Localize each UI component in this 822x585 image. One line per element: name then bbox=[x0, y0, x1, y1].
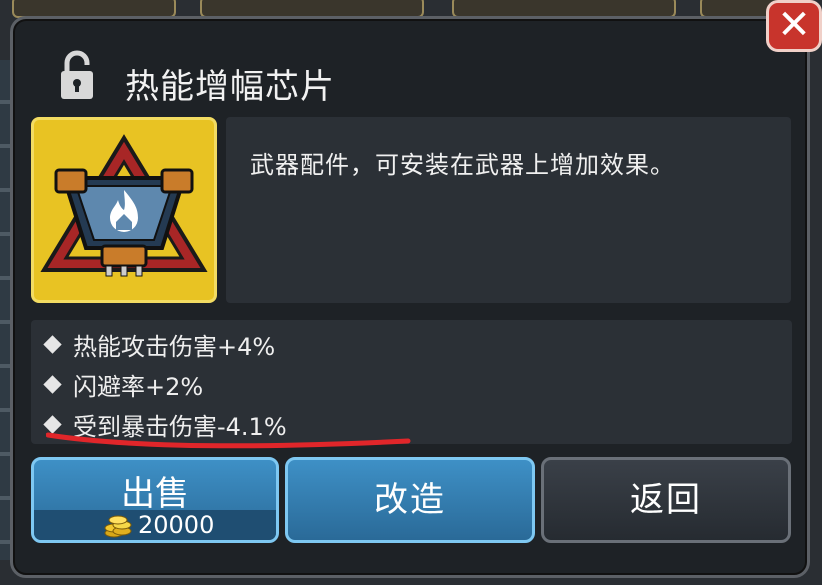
item-icon-frame bbox=[31, 117, 217, 303]
stat-line: 热能攻击伤害+4% bbox=[43, 327, 275, 362]
sell-price-bar: 20000 bbox=[34, 510, 276, 540]
bullet-diamond-icon bbox=[43, 334, 62, 354]
coin-stack-icon bbox=[104, 515, 132, 538]
bullet-diamond-icon bbox=[43, 374, 62, 394]
modify-button[interactable]: 改造 bbox=[285, 457, 535, 543]
close-button[interactable]: ✕ bbox=[766, 0, 822, 52]
sell-button[interactable]: 出售 20000 bbox=[31, 457, 279, 543]
item-title: 热能增幅芯片 bbox=[125, 67, 335, 107]
modify-button-label: 改造 bbox=[374, 480, 446, 520]
back-button-label: 返回 bbox=[630, 480, 702, 520]
unlock-icon[interactable] bbox=[59, 49, 95, 101]
back-button[interactable]: 返回 bbox=[541, 457, 791, 543]
close-icon: ✕ bbox=[777, 2, 811, 48]
sell-button-label: 出售 bbox=[121, 474, 189, 514]
sell-price: 20000 bbox=[138, 511, 215, 539]
thermal-chip-icon bbox=[40, 134, 208, 277]
description-panel: 武器配件，可安装在武器上增加效果。 bbox=[226, 117, 791, 303]
stat-line: 闪避率+2% bbox=[43, 367, 203, 402]
item-description: 武器配件，可安装在武器上增加效果。 bbox=[250, 151, 675, 179]
red-underline-annotation bbox=[46, 432, 411, 449]
